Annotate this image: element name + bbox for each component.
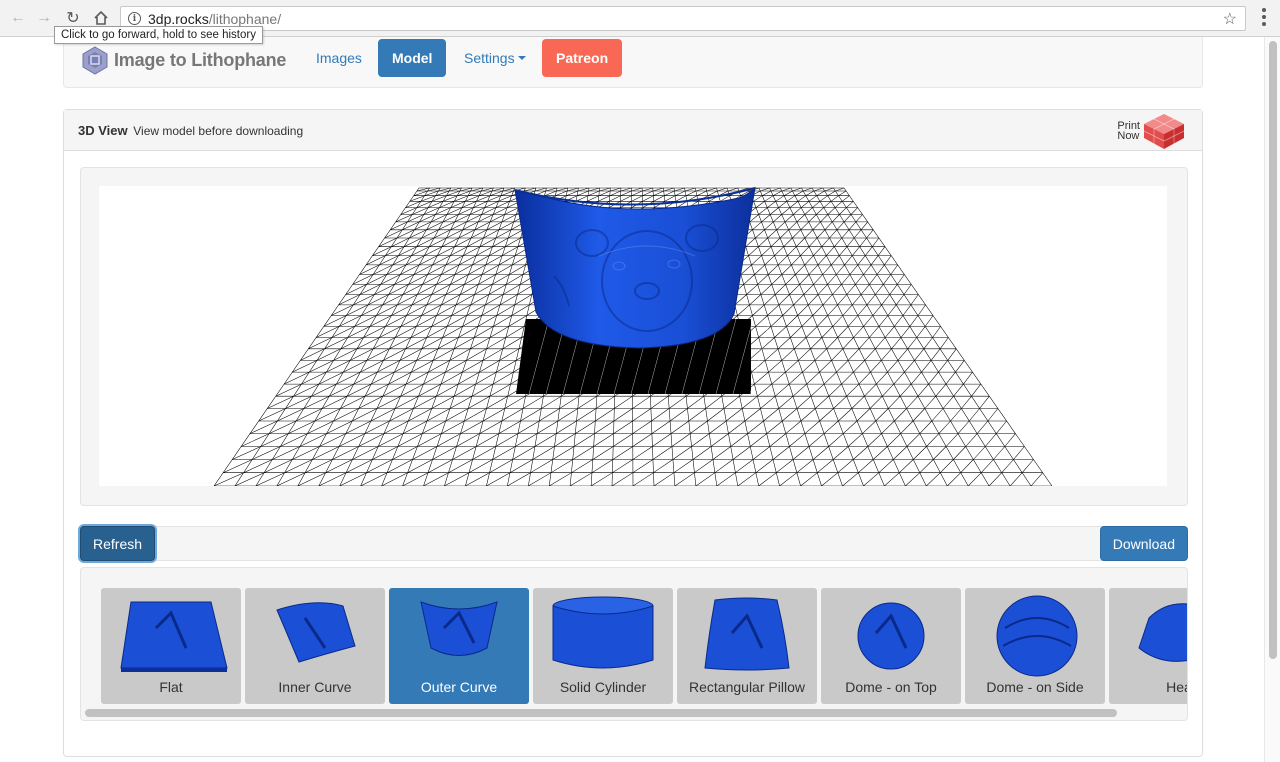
dome-top-shape-icon xyxy=(857,602,925,670)
shape-option-flat[interactable]: Flat xyxy=(101,588,241,704)
3d-viewer-canvas[interactable] xyxy=(99,186,1167,486)
home-icon[interactable] xyxy=(91,8,111,28)
dome-side-shape-icon xyxy=(996,595,1078,677)
page-scrollbar[interactable] xyxy=(1264,37,1280,762)
shape-label: Hea xyxy=(1166,679,1187,695)
viewer-well xyxy=(80,167,1188,506)
inner-curve-shape-icon xyxy=(276,602,356,663)
shape-strip: Flat Inner Curve Outer Curve Solid Cylinder… xyxy=(101,588,1187,704)
heart-shape-icon xyxy=(1138,603,1187,662)
nav-patreon[interactable]: Patreon xyxy=(542,39,623,77)
pillow-shape-icon xyxy=(704,597,790,671)
cylinder-shape-icon xyxy=(552,596,654,669)
panel-heading: 3D View View model before downloading Pr… xyxy=(64,110,1202,151)
shape-label: Flat xyxy=(159,679,183,695)
nav-settings-label: Settings xyxy=(464,50,515,66)
shape-option-solid-cylinder[interactable]: Solid Cylinder xyxy=(533,588,673,704)
shape-option-inner-curve[interactable]: Inner Curve xyxy=(245,588,385,704)
brand-text: Image to Lithophane xyxy=(114,49,287,70)
panel-title: 3D View View model before downloading xyxy=(78,123,304,138)
forward-icon[interactable]: → xyxy=(34,8,54,28)
shape-option-hea[interactable]: Hea xyxy=(1109,588,1187,704)
site-navbar: Image to Lithophane Images Model Setting… xyxy=(63,37,1203,88)
shape-option-outer-curve[interactable]: Outer Curve xyxy=(389,588,529,704)
caret-down-icon xyxy=(517,56,526,60)
action-bar: Refresh Download xyxy=(80,526,1188,561)
brand[interactable]: Image to Lithophane xyxy=(80,45,286,75)
site-info-icon[interactable]: i xyxy=(128,12,141,25)
nav-model[interactable]: Model xyxy=(378,39,447,77)
browser-menu-icon[interactable] xyxy=(1262,8,1266,26)
shape-option-dome-on-side[interactable]: Dome - on Side xyxy=(965,588,1105,704)
nav-images[interactable]: Images xyxy=(302,39,376,77)
shape-selector: Flat Inner Curve Outer Curve Solid Cylinder… xyxy=(80,567,1188,721)
brand-logo-icon xyxy=(82,46,108,75)
download-button[interactable]: Download xyxy=(1099,526,1188,561)
panel-subtitle: View model before downloading xyxy=(133,124,304,138)
view-panel: 3D View View model before downloading Pr… xyxy=(63,109,1203,757)
tooltip: Click to go forward, hold to see history xyxy=(54,26,263,44)
url-text: 3dp.rocks/lithophane/ xyxy=(148,10,282,27)
address-bar[interactable]: i 3dp.rocks/lithophane/ ☆ xyxy=(120,6,1246,31)
refresh-button[interactable]: Refresh xyxy=(80,526,156,561)
lithophane-model xyxy=(514,186,756,349)
back-icon[interactable]: ← xyxy=(8,8,28,28)
nav-settings[interactable]: Settings xyxy=(450,39,540,77)
bookmark-star-icon[interactable]: ☆ xyxy=(1223,9,1237,29)
print-now-link[interactable]: Print Now xyxy=(1117,112,1186,150)
reload-icon[interactable]: ↻ xyxy=(63,8,83,28)
print-cube-icon xyxy=(1143,114,1185,149)
outer-curve-shape-icon xyxy=(420,601,498,656)
shape-label: Solid Cylinder xyxy=(559,679,647,695)
shape-strip-scrollbar[interactable] xyxy=(85,709,1117,717)
flat-shape-icon xyxy=(120,601,228,672)
shape-option-dome-on-top[interactable]: Dome - on Top xyxy=(821,588,961,704)
shape-label: Outer Curve xyxy=(420,679,498,695)
shape-label: Rectangular Pillow xyxy=(689,679,805,695)
shape-label: Inner Curve xyxy=(278,679,352,695)
shape-option-rectangular-pillow[interactable]: Rectangular Pillow xyxy=(677,588,817,704)
shape-label: Dome - on Top xyxy=(845,679,937,695)
shape-label: Dome - on Side xyxy=(986,679,1084,695)
